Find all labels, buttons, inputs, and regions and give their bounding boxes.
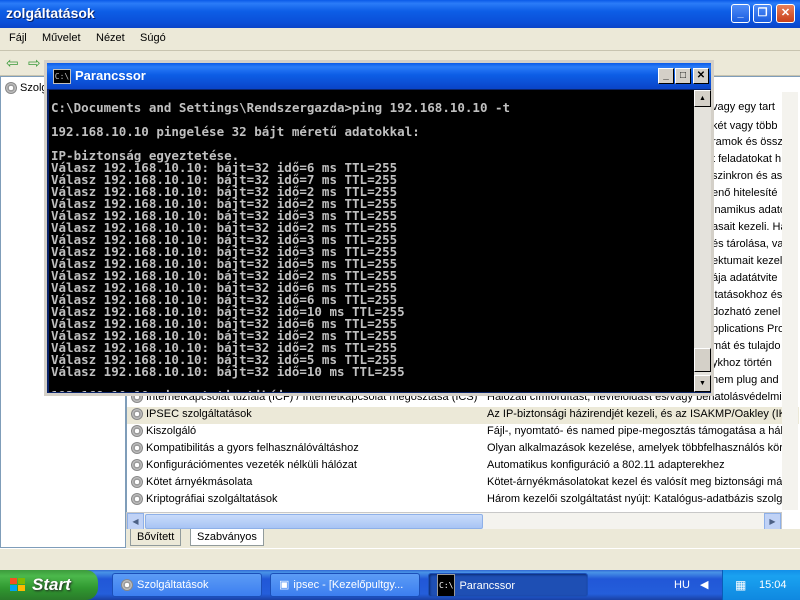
gear-icon bbox=[131, 459, 143, 472]
service-name: Kompatibilitás a gyors felhasználóváltás… bbox=[146, 442, 359, 454]
menu-file[interactable]: Fájl bbox=[9, 32, 27, 44]
scroll-up-icon[interactable]: ▲ bbox=[694, 90, 711, 107]
service-desc: Az IP-biztonsági házirendjét kezeli, és … bbox=[487, 408, 794, 420]
cmd-titlebar[interactable]: C:\ Parancssor _ □ ✕ bbox=[47, 63, 711, 89]
gear-icon bbox=[131, 425, 143, 438]
minimize-button[interactable]: _ bbox=[731, 4, 750, 23]
service-name: Kiszolgáló bbox=[146, 425, 197, 437]
cmd-icon: C:\ bbox=[53, 69, 71, 84]
scroll-left-icon[interactable]: ◀ bbox=[127, 513, 144, 530]
forward-arrow-icon[interactable]: ⇨ bbox=[28, 54, 41, 72]
service-desc-fragment: dozható zenel bbox=[712, 306, 781, 318]
maximize-button[interactable]: ❐ bbox=[753, 4, 772, 23]
menubar: Fájl Művelet Nézet Súgó bbox=[0, 28, 800, 51]
start-label: Start bbox=[32, 575, 71, 594]
service-desc-fragment: ykhoz történ bbox=[712, 357, 772, 369]
list-item[interactable]: Kötet árnyékmásolata Kötet-árnyékmásolat… bbox=[127, 475, 799, 492]
language-indicator[interactable]: HU bbox=[674, 579, 690, 591]
taskbar-item-cmd[interactable]: C:\ Parancssor bbox=[428, 573, 588, 597]
menu-view[interactable]: Nézet bbox=[96, 32, 125, 44]
service-desc-fragment: enő hitelesíté bbox=[712, 187, 778, 199]
service-desc-fragment: ltatásokhoz és bbox=[712, 289, 783, 301]
service-desc-fragment: mát és tulajdo bbox=[712, 340, 781, 352]
gear-icon bbox=[131, 442, 143, 455]
console-icon: ▣ bbox=[279, 579, 290, 592]
cmd-icon: C:\ bbox=[437, 574, 456, 596]
chevron-icon[interactable]: ◀ bbox=[700, 578, 708, 591]
menu-help[interactable]: Súgó bbox=[140, 32, 166, 44]
gear-icon bbox=[121, 579, 133, 592]
cmd-scroll-thumb[interactable] bbox=[694, 348, 711, 372]
clock: 15:04 bbox=[759, 579, 787, 591]
console-line: 192.168.10.10 pingelése 32 bájt méretű a… bbox=[51, 124, 420, 139]
system-tray: ▦ 15:04 bbox=[722, 570, 800, 600]
service-desc-fragment: inamikus adato bbox=[712, 204, 786, 216]
view-tabs: Bővített Szabványos bbox=[126, 529, 800, 547]
service-desc-fragment: ája adatátvite bbox=[712, 272, 778, 284]
service-desc: Fájl-, nyomtató- és named pipe-megosztás… bbox=[487, 425, 790, 437]
taskbar-item-ipsec[interactable]: ▣ ipsec - [Kezelőpultgy... bbox=[270, 573, 420, 597]
list-item[interactable]: IPSEC szolgáltatások Az IP-biztonsági há… bbox=[127, 407, 799, 424]
start-button[interactable]: Start bbox=[0, 570, 98, 600]
list-item[interactable]: Kompatibilitás a gyors felhasználóváltás… bbox=[127, 441, 799, 458]
horizontal-scrollbar[interactable]: ◀ ▶ bbox=[126, 512, 782, 530]
vertical-scrollbar[interactable] bbox=[782, 92, 798, 510]
tree-item-services[interactable]: Szolg bbox=[5, 82, 48, 95]
scroll-down-icon[interactable]: ▼ bbox=[694, 375, 711, 392]
console-line: 192.168.10.10 ping-statisztikája: bbox=[51, 389, 299, 392]
cmd-close-button[interactable]: ✕ bbox=[693, 68, 709, 84]
gear-icon bbox=[131, 476, 143, 489]
task-label: Parancssor bbox=[459, 579, 516, 592]
taskbar: Start Szolgáltatások ▣ ipsec - [Kezelőpul… bbox=[0, 570, 800, 600]
close-button[interactable]: ✕ bbox=[776, 4, 795, 23]
list-item[interactable]: Konfigurációmentes vezeték nélküli hálóz… bbox=[127, 458, 799, 475]
task-label: ipsec - [Kezelőpultgy... bbox=[293, 579, 404, 591]
service-desc: Automatikus konfiguráció a 802.11 adapte… bbox=[487, 459, 725, 471]
service-desc-fragment: nem plug and bbox=[712, 374, 779, 386]
service-desc-fragment: és tárolása, va bbox=[712, 238, 784, 250]
service-desc: Kötet-árnyékmásolatokat kezel és valósít… bbox=[487, 476, 788, 488]
menu-action[interactable]: Művelet bbox=[42, 32, 81, 44]
service-desc-fragment: vagy egy tart bbox=[712, 101, 775, 113]
console-line: Válasz 192.168.10.10: bájt=32 idő=10 ms … bbox=[51, 364, 405, 379]
back-arrow-icon[interactable]: ⇦ bbox=[6, 54, 19, 72]
list-item[interactable]: Kriptográfiai szolgáltatások Három kezel… bbox=[127, 492, 799, 509]
service-desc-fragment: szinkron és as bbox=[712, 170, 783, 182]
service-desc-fragment: asait kezeli. Ha bbox=[712, 221, 787, 233]
console-line: C:\Documents and Settings\Rendszergazda>… bbox=[51, 100, 511, 115]
status-bar bbox=[0, 548, 800, 571]
service-desc-fragment: ektumait kezeli bbox=[712, 255, 785, 267]
service-name: IPSEC szolgáltatások bbox=[146, 408, 252, 420]
network-icon[interactable]: ▦ bbox=[735, 578, 746, 592]
service-desc-fragment: t feladatokat h bbox=[712, 153, 782, 165]
services-titlebar[interactable]: zolgáltatások _ ❐ ✕ bbox=[0, 0, 800, 28]
service-desc-fragment: két vagy több bbox=[712, 120, 778, 132]
gear-icon bbox=[5, 82, 17, 95]
service-desc: Olyan alkalmazások kezelése, amelyek töb… bbox=[487, 442, 795, 454]
service-desc-fragment: ramok és össz bbox=[712, 136, 783, 148]
service-name: Kriptográfiai szolgáltatások bbox=[146, 493, 278, 505]
taskbar-item-services[interactable]: Szolgáltatások bbox=[112, 573, 262, 597]
service-desc-fragment: pplications Pro bbox=[712, 323, 785, 335]
gear-icon bbox=[131, 493, 143, 506]
windows-logo-icon bbox=[10, 578, 26, 592]
service-name: Kötet árnyékmásolata bbox=[146, 476, 253, 488]
command-prompt-window: C:\ Parancssor _ □ ✕ C:\Documents and Se… bbox=[44, 60, 714, 396]
service-desc: Három kezelői szolgáltatást nyújt: Katal… bbox=[487, 493, 789, 505]
console-output[interactable]: C:\Documents and Settings\Rendszergazda>… bbox=[49, 90, 694, 392]
tab-standard[interactable]: Szabványos bbox=[190, 529, 264, 546]
task-label: Szolgáltatások bbox=[137, 579, 209, 591]
list-item[interactable]: Kiszolgáló Fájl-, nyomtató- és named pip… bbox=[127, 424, 799, 441]
gear-icon bbox=[131, 408, 143, 421]
scroll-right-icon[interactable]: ▶ bbox=[764, 513, 781, 530]
service-name: Konfigurációmentes vezeték nélküli hálóz… bbox=[146, 459, 357, 471]
services-title: zolgáltatások bbox=[6, 5, 95, 21]
cmd-maximize-button[interactable]: □ bbox=[675, 68, 691, 84]
cmd-title: Parancssor bbox=[75, 68, 146, 83]
cmd-vertical-scrollbar[interactable]: ▲ ▼ bbox=[694, 90, 711, 392]
tab-extended[interactable]: Bővített bbox=[130, 529, 182, 546]
scroll-thumb[interactable] bbox=[145, 514, 483, 529]
cmd-minimize-button[interactable]: _ bbox=[658, 68, 674, 84]
